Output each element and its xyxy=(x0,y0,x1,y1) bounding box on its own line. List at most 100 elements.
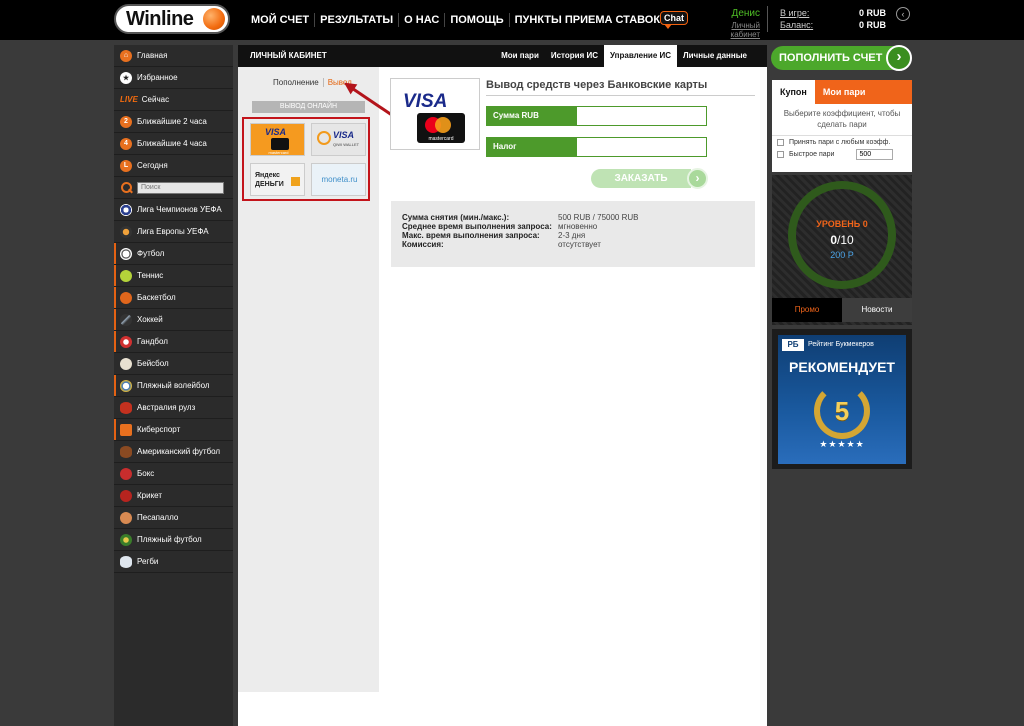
sidebar-item-basketball[interactable]: Баскетбол xyxy=(114,287,233,309)
subtab-deposit[interactable]: Пополнение xyxy=(269,78,323,87)
amount-label: Сумма RUB xyxy=(487,107,577,125)
method-label: Яндекс ДЕНЬГИ xyxy=(255,172,284,188)
form-title: Вывод средств через Банковские карты xyxy=(486,79,755,96)
sidebar-item-favorites[interactable]: ★ Избранное xyxy=(114,67,233,89)
top-bar: Winline МОЙ СЧЕТ РЕЗУЛЬТАТЫ О НАС ПОМОЩЬ… xyxy=(0,0,1024,40)
sidebar-item-baseball[interactable]: Бейсбол xyxy=(114,353,233,375)
nav-results[interactable]: РЕЗУЛЬТАТЫ xyxy=(315,13,400,27)
quick-bet-amount-input[interactable] xyxy=(856,149,894,160)
sidebar-item-tennis[interactable]: Теннис xyxy=(114,265,233,287)
nav-betting-points[interactable]: ПУНКТЫ ПРИЕМА СТАВОК xyxy=(510,13,665,27)
sidebar-item-beach-soccer[interactable]: Пляжный футбол xyxy=(114,529,233,551)
checkbox[interactable] xyxy=(777,139,784,146)
method-yandex-money[interactable]: Яндекс ДЕНЬГИ xyxy=(250,163,305,196)
method-qiwi[interactable]: VISA QIWI WALLET xyxy=(311,123,366,156)
coupon-hint: Выберите коэффициент, чтобы сделать пари xyxy=(772,104,912,136)
sidebar-item-label: Лига Чемпионов УЕФА xyxy=(137,205,222,214)
sidebar-item-next-2h[interactable]: 2 Ближайшие 2 часа xyxy=(114,111,233,133)
stars-icon: ★★★★★ xyxy=(819,439,865,449)
tab-my-bets-right[interactable]: Мои пари xyxy=(815,80,874,104)
nav-my-account[interactable]: МОЙ СЧЕТ xyxy=(246,13,316,27)
in-game-label[interactable]: В игре: xyxy=(780,8,809,18)
checkbox[interactable] xyxy=(777,151,784,158)
sidebar-item-home[interactable]: ⌂ Главная xyxy=(114,45,233,67)
tab-personal-data[interactable]: Личные данные xyxy=(677,45,753,67)
accept-any-odds-label: Принять пари с любым коэфф. xyxy=(789,139,891,146)
in-game-value: 0 RUB xyxy=(858,8,886,18)
sidebar-item-label: Пляжный футбол xyxy=(137,535,202,544)
sidebar-item-live[interactable]: LIVE Сейчас xyxy=(114,89,233,111)
sidebar-item-handball[interactable]: Гандбол xyxy=(114,331,233,353)
beach-soccer-icon xyxy=(120,533,132,546)
topup-button[interactable]: ПОПОЛНИТЬ СЧЕТ › xyxy=(771,45,912,71)
search-input[interactable] xyxy=(137,181,224,194)
sidebar-item-hockey[interactable]: Хоккей xyxy=(114,309,233,331)
info-row: Сумма снятия (мин./макс.): 500 RUB / 750… xyxy=(402,213,755,222)
sidebar-item-label: Теннис xyxy=(137,271,164,280)
sidebar-item-next-4h[interactable]: 4 Ближайшие 4 часа xyxy=(114,133,233,155)
tab-my-bets[interactable]: Мои пари xyxy=(495,45,545,67)
sidebar-item-label: Регби xyxy=(137,557,159,566)
amount-input[interactable] xyxy=(577,107,706,125)
tab-coupon[interactable]: Купон xyxy=(772,80,815,104)
sidebar-item-europa-league[interactable]: Лига Европы УЕФА xyxy=(114,221,233,243)
username: Денис xyxy=(731,8,760,19)
sidebar-item-today[interactable]: L Сегодня xyxy=(114,155,233,177)
sidebar-item-rugby[interactable]: Регби xyxy=(114,551,233,573)
rating-banner[interactable]: РБ Рейтинг Букмекеров РЕКОМЕНДУЕТ 5 ★★★★… xyxy=(772,329,912,469)
sidebar-item-champions-league[interactable]: Лига Чемпионов УЕФА xyxy=(114,199,233,221)
method-moneta[interactable]: moneta.ru xyxy=(311,163,366,196)
quick-bet-option[interactable]: Быстрое пари xyxy=(772,146,912,160)
football-icon xyxy=(120,247,132,260)
level-title: УРОВЕНЬ 0 xyxy=(816,219,868,229)
order-button[interactable]: ЗАКАЗАТЬ › xyxy=(591,168,708,189)
sidebar-item-label: Хоккей xyxy=(137,315,163,324)
payment-methods-column: Пополнение Вывод ВЫВОД ОНЛАЙН VISA maste… xyxy=(238,67,379,692)
two-hours-icon: 2 xyxy=(120,115,132,128)
method-sub-label: mastercard xyxy=(268,150,289,155)
sidebar-item-boxing[interactable]: Бокс xyxy=(114,463,233,485)
info-value: 2-3 дня xyxy=(558,231,586,240)
accept-any-odds-option[interactable]: Принять пари с любым коэфф. xyxy=(772,136,912,146)
chevron-right-icon: › xyxy=(687,168,708,189)
sidebar-item-label: Избранное xyxy=(137,73,178,82)
nav-about[interactable]: О НАС xyxy=(399,13,446,27)
aussie-rules-icon xyxy=(120,401,132,414)
sidebar-item-pesapallo[interactable]: Песапалло xyxy=(114,507,233,529)
tab-news[interactable]: Новости xyxy=(842,298,912,322)
sidebar-item-aussie-rules[interactable]: Австралия рулз xyxy=(114,397,233,419)
sidebar-item-label: Сейчас xyxy=(141,95,170,104)
panel-header: ЛИЧНЫЙ КАБИНЕТ Мои пари История ИС Управ… xyxy=(238,45,767,67)
cricket-ball-icon xyxy=(120,489,132,502)
sidebar-item-beach-volleyball[interactable]: Пляжный волейбол xyxy=(114,375,233,397)
sidebar-item-label: Главная xyxy=(137,51,168,60)
tennis-icon xyxy=(120,269,132,282)
sidebar-item-football[interactable]: Футбол xyxy=(114,243,233,265)
volleyball-icon xyxy=(120,379,132,392)
balance-label[interactable]: Баланс: xyxy=(780,20,813,30)
info-row: Комиссия: отсутствует xyxy=(402,240,755,249)
cabinet-link[interactable]: Личный кабинет xyxy=(700,21,760,39)
winline-logo[interactable]: Winline xyxy=(114,4,230,34)
tab-history[interactable]: История ИС xyxy=(545,45,604,67)
today-icon: L xyxy=(120,159,132,172)
rb-logo: РБ xyxy=(782,339,804,351)
level-points: 200 Р xyxy=(830,250,854,260)
tax-input[interactable] xyxy=(577,138,706,156)
method-visa-mastercard[interactable]: VISA mastercard xyxy=(250,123,305,156)
tab-promo[interactable]: Промо xyxy=(772,298,842,322)
sidebar-item-label: Баскетбол xyxy=(137,293,176,302)
logout-icon[interactable]: ‹ xyxy=(896,7,910,21)
ball-icon xyxy=(203,8,225,30)
nav-help[interactable]: ПОМОЩЬ xyxy=(445,13,510,27)
level-current: 0 xyxy=(830,233,837,247)
sidebar-item-esports[interactable]: Киберспорт xyxy=(114,419,233,441)
chat-button[interactable]: Chat xyxy=(660,11,688,29)
tab-account-management[interactable]: Управление ИС xyxy=(603,45,678,67)
sidebar-item-label: Пляжный волейбол xyxy=(137,381,210,390)
sidebar-item-label: Футбол xyxy=(137,249,165,258)
qiwi-icon xyxy=(317,131,331,145)
tax-label: Налог xyxy=(487,138,577,156)
sidebar-item-american-football[interactable]: Американский футбол xyxy=(114,441,233,463)
sidebar-item-cricket[interactable]: Крикет xyxy=(114,485,233,507)
